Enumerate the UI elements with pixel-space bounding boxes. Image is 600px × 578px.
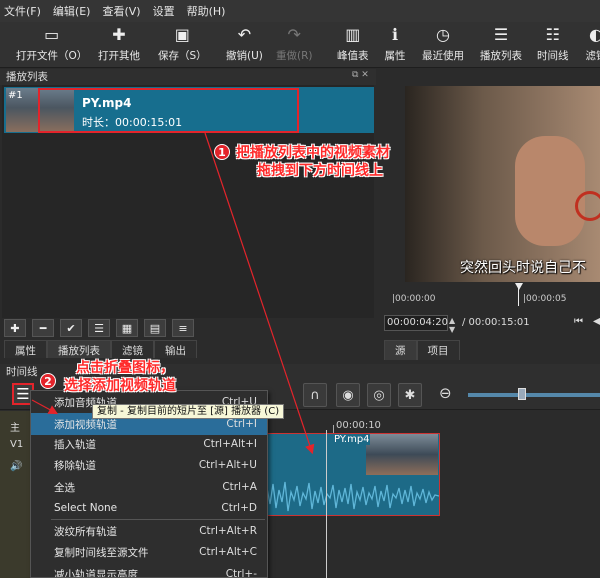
time-spinner-icon[interactable]: ▲ ▼ bbox=[449, 316, 455, 334]
tab-playlist[interactable]: 播放列表 bbox=[47, 340, 111, 358]
properties-button[interactable]: ℹ 属性 bbox=[384, 24, 406, 66]
viewer-timeline-ruler[interactable]: |00:00:00 |00:00:05 bbox=[390, 283, 600, 305]
left-panel-tabs: 属性 播放列表 滤镜 输出 bbox=[4, 340, 376, 358]
current-time-input[interactable]: 00:00:04:20 bbox=[384, 315, 448, 331]
step-1-text-line2: 拖拽到下方时间线上 bbox=[257, 163, 383, 179]
viewer-ruler-start: |00:00:00 bbox=[392, 294, 436, 304]
recent-icon: ◷ bbox=[436, 25, 450, 44]
video-frame-person bbox=[515, 136, 585, 246]
undo-button[interactable]: ↶ 撤销(U) bbox=[226, 24, 263, 66]
audio-speaker-icon[interactable]: 🔊 bbox=[10, 461, 22, 472]
details-view-icon[interactable]: ▤ bbox=[144, 319, 166, 337]
hamburger-icon: ☰ bbox=[16, 385, 30, 403]
menu-item-select-none[interactable]: Select None Ctrl+D bbox=[31, 497, 267, 519]
peak-meter-icon: ▥ bbox=[345, 25, 361, 44]
tab-filters[interactable]: 滤镜 bbox=[111, 340, 154, 358]
undo-icon: ↶ bbox=[237, 25, 252, 44]
v1-track-label: V1 bbox=[10, 439, 24, 450]
menu-item-remove-track[interactable]: 移除轨道 Ctrl+Alt+U bbox=[31, 454, 267, 476]
timeline-icon: ☷ bbox=[545, 25, 560, 44]
recent-button[interactable]: ◷ 最近使用 bbox=[422, 24, 464, 66]
video-subtitle: 突然回头时说自己不 bbox=[460, 260, 586, 276]
tab-source[interactable]: 源 bbox=[384, 340, 417, 360]
video-viewer[interactable]: 突然回头时说自己不 bbox=[405, 86, 600, 282]
step-2-text-line1: 点击折叠图标， bbox=[76, 360, 174, 376]
playlist-item-index: #1 bbox=[8, 90, 23, 101]
panel-float-close-icon[interactable]: ⧉ ✕ bbox=[352, 70, 369, 80]
playlist-icon: ☰ bbox=[493, 25, 509, 44]
zoom-slider-handle[interactable] bbox=[518, 388, 526, 400]
step-2-badge: 2 bbox=[40, 373, 56, 389]
zoom-slider[interactable] bbox=[468, 393, 600, 397]
viewer-ruler-mid: |00:00:05 bbox=[523, 294, 567, 304]
step-2-text-line2: 选择添加视频轨道 bbox=[64, 378, 176, 394]
save-button[interactable]: ▣ 保存（S） bbox=[158, 24, 207, 66]
step-1-text-line1: 把播放列表中的视频素材 bbox=[236, 145, 390, 161]
rewind-icon[interactable]: ◀ bbox=[593, 316, 600, 327]
menu-icon[interactable]: ≡ bbox=[172, 319, 194, 337]
viewer-playhead-line bbox=[518, 288, 519, 306]
timeline-button[interactable]: ☷ 时间线 bbox=[537, 24, 569, 66]
menu-item-decrease-track-height[interactable]: 减小轨道显示高度 Ctrl+- bbox=[31, 563, 267, 577]
playlist-button[interactable]: ☰ 播放列表 bbox=[480, 24, 522, 66]
track-headers: 主 V1 🔊 bbox=[0, 411, 30, 578]
ripple-all-icon[interactable]: ✱ bbox=[398, 383, 422, 407]
remove-icon[interactable]: ━ bbox=[32, 319, 54, 337]
properties-icon: ℹ bbox=[391, 25, 399, 44]
viewer-tabs: 源 项目 bbox=[384, 340, 460, 360]
step-1-badge: 1 bbox=[214, 144, 230, 160]
filters-icon: ◐ bbox=[589, 25, 600, 44]
tab-export[interactable]: 输出 bbox=[154, 340, 197, 358]
snap-magnet-icon[interactable]: ∩ bbox=[303, 383, 327, 407]
open-file-button[interactable]: ▭ 打开文件（O） bbox=[16, 24, 87, 66]
open-other-button[interactable]: ✚ 打开其他 bbox=[98, 24, 140, 66]
menu-file[interactable]: 文件(F) bbox=[4, 3, 41, 19]
master-track-label: 主 bbox=[10, 423, 20, 434]
check-icon[interactable]: ✔ bbox=[60, 319, 82, 337]
clip-thumbnail bbox=[366, 434, 438, 475]
skip-previous-icon[interactable]: ⏮ bbox=[574, 316, 583, 327]
menu-view[interactable]: 查看(V) bbox=[102, 3, 140, 19]
menu-edit[interactable]: 编辑(E) bbox=[53, 3, 91, 19]
ruler-tick bbox=[333, 425, 334, 433]
video-frame-glasses bbox=[575, 191, 600, 221]
menubar: 文件(F) 编辑(E) 查看(V) 设置 帮助(H) bbox=[0, 0, 600, 22]
list-view-icon[interactable]: ☰ bbox=[88, 319, 110, 337]
viewer-playhead-icon[interactable] bbox=[515, 283, 523, 290]
peak-meter-button[interactable]: ▥ 峰值表 bbox=[337, 24, 369, 66]
tab-project[interactable]: 项目 bbox=[416, 340, 460, 360]
timeline-playhead[interactable] bbox=[326, 430, 327, 578]
scrub-eye-icon[interactable]: ◉ bbox=[336, 383, 360, 407]
menu-item-copy-timeline-to-source[interactable]: 复制时间线至源文件 Ctrl+Alt+C bbox=[31, 541, 267, 563]
menu-settings[interactable]: 设置 bbox=[153, 3, 175, 19]
playlist-buttons: ✚ ━ ✔ ☰ ▦ ▤ ≡ bbox=[4, 319, 376, 339]
add-icon[interactable]: ✚ bbox=[4, 319, 26, 337]
tooltip: 复制 - 复制目前的短片至 [源] 播放器 (C) bbox=[92, 404, 285, 419]
folder-icon: ▭ bbox=[44, 25, 60, 44]
clip-name: PY.mp4 bbox=[334, 434, 370, 445]
open-other-icon: ✚ bbox=[112, 25, 126, 44]
ripple-icon[interactable]: ◎ bbox=[367, 383, 391, 407]
playlist-panel-title: 播放列表 bbox=[0, 69, 376, 85]
total-time: / 00:00:15:01 bbox=[462, 317, 530, 328]
menu-item-select-all[interactable]: 全选 Ctrl+A bbox=[31, 476, 267, 498]
ruler-time-label: 00:00:10 bbox=[336, 420, 381, 431]
menu-help[interactable]: 帮助(H) bbox=[187, 3, 226, 19]
menu-item-insert-track[interactable]: 插入轨道 Ctrl+Alt+I bbox=[31, 433, 267, 455]
timeline-ruler[interactable] bbox=[260, 411, 600, 433]
redo-button[interactable]: ↷ 重做(R) bbox=[276, 24, 313, 66]
annotation-highlight-box bbox=[38, 88, 299, 133]
main-toolbar: ▭ 打开文件（O） ✚ 打开其他 ▣ 保存（S） ↶ 撤销(U) ↷ 重做(R)… bbox=[0, 22, 600, 68]
tab-properties[interactable]: 属性 bbox=[4, 340, 47, 358]
menu-item-ripple-all-tracks[interactable]: 波纹所有轨道 Ctrl+Alt+R bbox=[31, 520, 267, 542]
grid-view-icon[interactable]: ▦ bbox=[116, 319, 138, 337]
redo-icon: ↷ bbox=[287, 25, 301, 44]
clip-audio-waveform bbox=[262, 478, 440, 515]
save-icon: ▣ bbox=[174, 25, 190, 44]
zoom-out-icon[interactable]: ⊖ bbox=[439, 384, 452, 402]
filters-button[interactable]: ◐ 滤镜 bbox=[585, 24, 600, 66]
